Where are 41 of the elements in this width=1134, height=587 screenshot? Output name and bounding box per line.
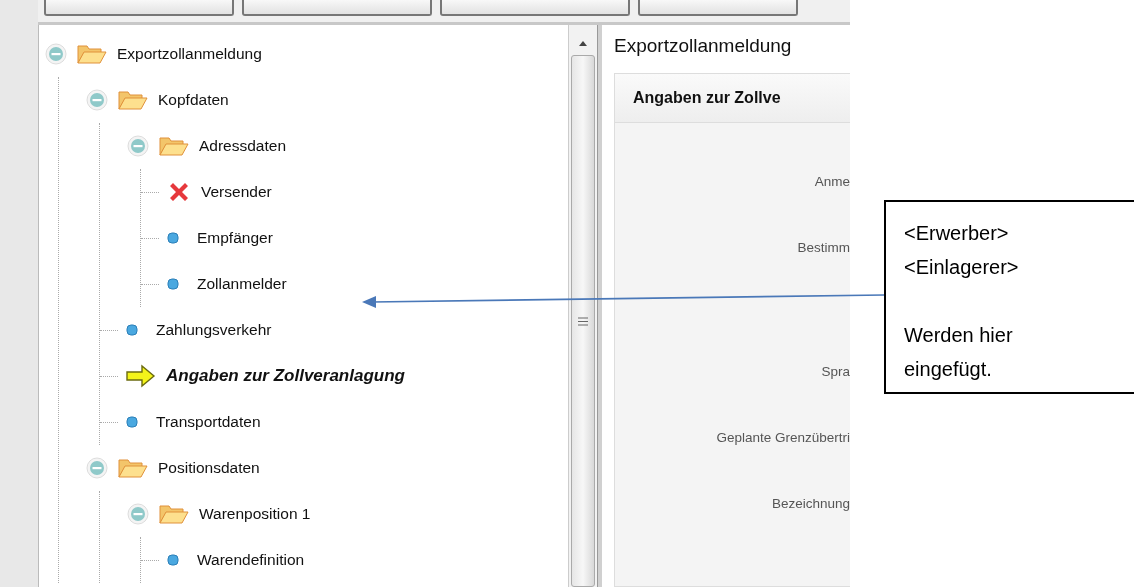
scrollbar-thumb[interactable] xyxy=(571,55,595,587)
open-folder-icon xyxy=(118,89,148,111)
callout-text: Werden hier eingefügt. xyxy=(904,323,1014,382)
tree-node-label[interactable]: Adressdaten xyxy=(199,137,287,155)
field-label: Spra xyxy=(821,363,850,379)
arrow-right-icon xyxy=(126,364,156,388)
toolbar-button[interactable] xyxy=(242,0,432,16)
tree-node-label[interactable]: Transportdaten xyxy=(156,413,261,431)
open-folder-icon xyxy=(159,135,189,157)
field-label: Anme xyxy=(814,173,850,189)
field-label: Geplante Grenzübertri xyxy=(716,429,850,445)
field-label: Bestimm xyxy=(797,239,850,255)
tree-node-label[interactable]: Angaben zur Zollveranlagung xyxy=(166,366,405,386)
toolbar-button[interactable] xyxy=(638,0,798,16)
collapse-icon[interactable] xyxy=(127,503,149,525)
toolbar-button[interactable] xyxy=(440,0,630,16)
form-title: Exportzollanmeldung xyxy=(614,35,793,58)
tree-node-label[interactable]: Positionsdaten xyxy=(158,459,260,477)
collapse-icon[interactable] xyxy=(127,135,149,157)
tree-node-label[interactable]: Kopfdaten xyxy=(158,91,229,109)
tree-node-label[interactable]: Versender xyxy=(201,183,272,201)
grip-icon xyxy=(578,316,588,326)
open-folder-icon xyxy=(159,503,189,525)
open-folder-icon xyxy=(77,43,107,65)
scrollbar[interactable] xyxy=(568,25,598,587)
tree-node-label[interactable]: Zollanmelder xyxy=(197,275,287,293)
collapse-icon[interactable] xyxy=(45,43,67,65)
tree-node-label[interactable]: Exportzollanmeldung xyxy=(117,45,262,63)
scroll-up-icon[interactable] xyxy=(578,39,588,47)
callout-text: <Erwerber> xyxy=(904,221,1010,246)
field-label: Bezeichnung xyxy=(771,495,850,511)
tree-node-label[interactable]: Empfänger xyxy=(197,229,273,247)
collapse-icon[interactable] xyxy=(86,457,108,479)
collapse-icon[interactable] xyxy=(86,89,108,111)
open-folder-icon xyxy=(118,457,148,479)
tree-node-label[interactable]: Zahlungsverkehr xyxy=(156,321,272,339)
toolbar-button[interactable] xyxy=(44,0,234,16)
section-heading: Angaben zur Zollve xyxy=(615,74,850,123)
callout-text: <Einlagerer> xyxy=(904,255,1020,280)
tree-node-label[interactable]: Warendefinition xyxy=(197,551,305,569)
tree-node-label[interactable]: Warenposition 1 xyxy=(199,505,311,523)
